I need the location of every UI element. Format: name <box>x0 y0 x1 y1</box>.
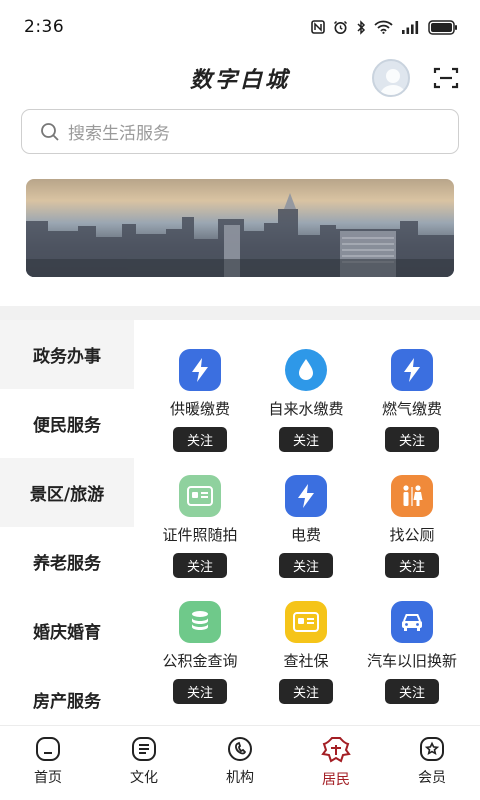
follow-button[interactable]: 关注 <box>279 553 333 578</box>
lightning-icon <box>285 475 327 517</box>
battery-icon <box>428 19 457 35</box>
service-item-gas[interactable]: 燃气缴费 关注 <box>356 349 468 452</box>
lightning-icon <box>179 349 221 391</box>
service-label: 查社保 <box>283 652 329 670</box>
service-item-housing-fund[interactable]: 公积金查询 关注 <box>144 601 256 704</box>
service-item-car-trade-in[interactable]: 汽车以旧换新 关注 <box>356 601 468 704</box>
avatar[interactable] <box>372 59 410 97</box>
city-skyline-image <box>26 193 454 277</box>
status-icons <box>311 19 458 35</box>
service-label: 证件照随拍 <box>162 526 238 544</box>
service-grid: 供暖缴费 关注 自来水缴费 关注 燃气缴费 关注 证件照随拍 关注 电费 关注 … <box>134 320 480 725</box>
service-label: 燃气缴费 <box>381 400 442 418</box>
service-item-heating[interactable]: 供暖缴费 关注 <box>144 349 256 452</box>
alarm-icon <box>333 20 348 34</box>
service-item-social-security[interactable]: 查社保 关注 <box>250 601 362 704</box>
lightning-icon <box>391 349 433 391</box>
service-item-id-photo[interactable]: 证件照随拍 关注 <box>144 475 256 578</box>
resident-icon <box>321 737 351 763</box>
section-divider <box>0 306 480 320</box>
nfc-icon <box>311 20 325 34</box>
follow-button[interactable]: 关注 <box>385 427 439 452</box>
water-drop-icon <box>285 349 327 391</box>
service-label: 汽车以旧换新 <box>366 652 457 670</box>
category-label: 养老服务 <box>33 554 101 574</box>
search-icon <box>41 122 59 141</box>
follow-button[interactable]: 关注 <box>279 427 333 452</box>
search-placeholder: 搜索生活服务 <box>68 124 170 144</box>
member-icon <box>420 737 444 761</box>
tab-label: 文化 <box>130 770 158 786</box>
id-card-icon <box>285 601 327 643</box>
tab-resident[interactable]: 居民 <box>288 726 384 800</box>
follow-button[interactable]: 关注 <box>279 679 333 704</box>
tab-label: 居民 <box>322 772 350 788</box>
wifi-icon <box>374 20 393 34</box>
service-item-water[interactable]: 自来水缴费 关注 <box>250 349 362 452</box>
bottom-tab-bar: 首页 文化 机构 居民 会员 <box>0 725 480 800</box>
tab-member[interactable]: 会员 <box>384 726 480 800</box>
service-label: 供暖缴费 <box>169 400 230 418</box>
follow-button[interactable]: 关注 <box>385 553 439 578</box>
category-convenience[interactable]: 便民服务 <box>0 389 134 458</box>
home-icon <box>36 737 60 761</box>
service-label: 电费 <box>290 526 321 544</box>
car-icon <box>391 601 433 643</box>
category-label: 便民服务 <box>33 416 101 436</box>
category-label: 景区/旅游 <box>29 485 105 505</box>
follow-button[interactable]: 关注 <box>173 553 227 578</box>
category-sidebar: 政务办事 便民服务 景区/旅游 养老服务 婚庆婚育 房产服务 <box>0 320 134 734</box>
category-label: 房产服务 <box>33 692 101 712</box>
service-label: 找公厕 <box>389 526 435 544</box>
service-label: 公积金查询 <box>162 652 238 670</box>
category-wedding[interactable]: 婚庆婚育 <box>0 596 134 665</box>
banner-city-skyline[interactable] <box>26 179 454 277</box>
tab-label: 会员 <box>418 770 446 786</box>
category-label: 政务办事 <box>33 347 101 367</box>
id-card-icon <box>179 475 221 517</box>
tab-home[interactable]: 首页 <box>0 726 96 800</box>
search-bar[interactable]: 搜索生活服务 <box>21 109 459 154</box>
category-government[interactable]: 政务办事 <box>0 320 134 389</box>
tab-label: 机构 <box>226 770 254 786</box>
tab-label: 首页 <box>34 770 62 786</box>
follow-button[interactable]: 关注 <box>385 679 439 704</box>
institution-icon <box>228 737 252 761</box>
coins-icon <box>179 601 221 643</box>
scan-icon[interactable] <box>433 66 459 90</box>
bluetooth-icon <box>357 19 366 35</box>
category-tourism[interactable]: 景区/旅游 <box>0 458 134 527</box>
service-item-electricity[interactable]: 电费 关注 <box>250 475 362 578</box>
tab-institution[interactable]: 机构 <box>192 726 288 800</box>
follow-button[interactable]: 关注 <box>173 427 227 452</box>
service-item-restroom[interactable]: 找公厕 关注 <box>356 475 468 578</box>
status-bar: 2:36 <box>0 0 480 54</box>
app-header: 数字白城 <box>0 54 480 102</box>
restroom-icon <box>391 475 433 517</box>
tab-culture[interactable]: 文化 <box>96 726 192 800</box>
category-label: 婚庆婚育 <box>33 623 101 643</box>
follow-button[interactable]: 关注 <box>173 679 227 704</box>
culture-icon <box>132 737 156 761</box>
category-elderly-care[interactable]: 养老服务 <box>0 527 134 596</box>
category-real-estate[interactable]: 房产服务 <box>0 665 134 734</box>
service-label: 自来水缴费 <box>268 400 344 418</box>
status-time: 2:36 <box>24 17 65 37</box>
signal-icon <box>402 21 419 34</box>
